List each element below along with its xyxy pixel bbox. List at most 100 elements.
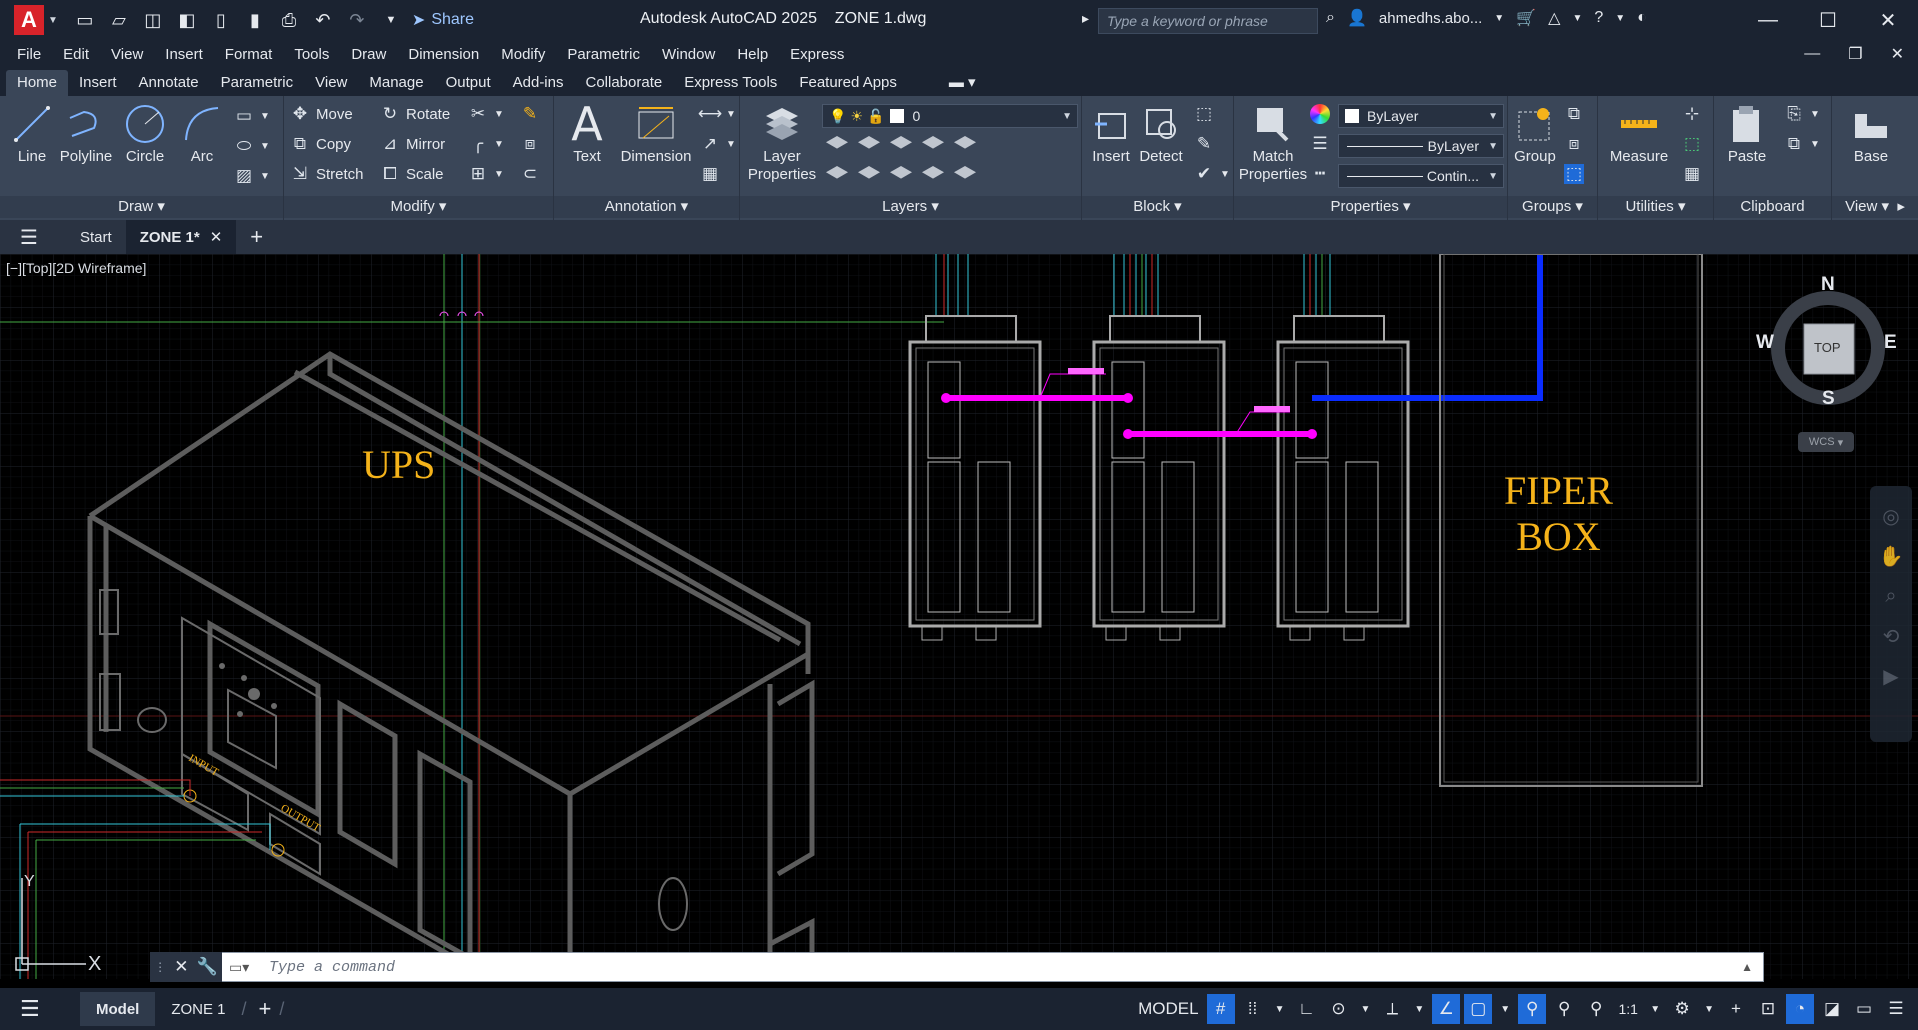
doc-restore-icon[interactable]: ❐ <box>1848 44 1862 64</box>
hatch-button[interactable]: ▨ ▼ <box>234 166 270 186</box>
new-file-icon[interactable]: ▭ <box>74 9 96 31</box>
copy-clip-chevron-icon[interactable]: ▼ <box>1810 109 1820 120</box>
copy-clip-button[interactable]: ⎘ ▼ <box>1784 104 1820 124</box>
search-icon[interactable]: ⌕ <box>1326 9 1335 27</box>
doc-close-icon[interactable]: ✕ <box>1891 44 1904 64</box>
linetype-dropdown[interactable]: Contin... ▼ <box>1338 164 1504 188</box>
polar-chevron-icon[interactable]: ▼ <box>1356 994 1374 1024</box>
tab-featured-apps[interactable]: Featured Apps <box>788 70 908 96</box>
menu-format[interactable]: Format <box>225 46 273 63</box>
layer-tool-icon[interactable] <box>858 166 880 179</box>
linear-dimension-button[interactable]: ⟷ ▼ <box>698 104 736 124</box>
assistant-icon[interactable]: ◐ <box>1637 9 1647 27</box>
annotation-monitor-icon[interactable]: + <box>1722 994 1750 1024</box>
units-icon[interactable]: ⊡ <box>1754 994 1782 1024</box>
print-icon[interactable]: ⎙ <box>278 9 300 31</box>
polyline-button[interactable]: Polyline <box>56 100 116 165</box>
undo-icon[interactable]: ↶ <box>312 9 334 31</box>
circle-button[interactable]: Circle <box>122 100 168 165</box>
lineweight-button[interactable]: ☰ <box>1310 134 1330 154</box>
customize-qat-chevron-icon[interactable]: ▼ <box>380 9 402 31</box>
autodesk-app-icon[interactable]: △ <box>1548 8 1560 28</box>
menu-help[interactable]: Help <box>737 46 768 63</box>
hardware-acceleration-icon[interactable]: ◔ <box>1786 994 1814 1024</box>
panel-view-title[interactable]: View ▾ ▸ <box>1832 196 1918 218</box>
user-name[interactable]: ahmedhs.abo... <box>1379 10 1482 27</box>
layer-tool-icon[interactable] <box>890 166 912 179</box>
fillet-button[interactable]: ╭ ▼ <box>468 134 504 154</box>
rectangle-chevron-icon[interactable]: ▼ <box>260 111 270 122</box>
workspace-gear-icon[interactable]: ⚙ <box>1668 994 1696 1024</box>
tab-zone-1[interactable]: ZONE 1* ✕ <box>125 220 237 254</box>
copy-button[interactable]: ⧉ Copy <box>290 134 351 154</box>
erase-button[interactable]: ✎ <box>520 104 540 124</box>
layer-tool-icon[interactable] <box>826 136 848 149</box>
save-web-icon[interactable]: ▮ <box>244 9 266 31</box>
isodraft-chevron-icon[interactable]: ▼ <box>1410 994 1428 1024</box>
tab-home[interactable]: Home <box>6 70 69 96</box>
linear-dimension-chevron-icon[interactable]: ▼ <box>726 109 736 120</box>
layer-tool-icon[interactable] <box>826 166 848 179</box>
command-history-icon[interactable]: ▭▾ <box>229 959 249 976</box>
explode-button[interactable]: ⧈ <box>520 134 540 154</box>
stretch-button[interactable]: ⇲ Stretch <box>290 164 364 184</box>
quick-select-button[interactable]: ⬚ <box>1682 134 1702 154</box>
minimize-icon[interactable]: — <box>1738 0 1798 40</box>
attribute-chevron-icon[interactable]: ▼ <box>1220 169 1230 180</box>
tab-express-tools[interactable]: Express Tools <box>673 70 788 96</box>
tab-layout-zone-1[interactable]: ZONE 1 <box>155 992 241 1026</box>
object-snap-tracking-icon[interactable]: ∠ <box>1432 994 1461 1024</box>
menu-dimension[interactable]: Dimension <box>408 46 479 63</box>
user-chevron-icon[interactable]: ▼ <box>1494 13 1504 24</box>
menu-modify[interactable]: Modify <box>501 46 545 63</box>
group-button[interactable]: Group <box>1512 100 1558 165</box>
panel-properties-title[interactable]: Properties ▾ <box>1234 196 1507 218</box>
scale-button[interactable]: ⧠ Scale <box>380 164 443 184</box>
redo-icon[interactable]: ↷ <box>346 9 368 31</box>
offset-button[interactable]: ⊂ <box>520 164 540 184</box>
attribute-button[interactable]: ✔ ▼ <box>1194 164 1230 184</box>
command-line[interactable]: ▭▾ Type a command ▲ <box>150 952 1764 982</box>
search-expand-icon[interactable]: ▸ <box>1082 10 1089 27</box>
menu-tools[interactable]: Tools <box>294 46 329 63</box>
tab-parametric[interactable]: Parametric <box>210 70 305 96</box>
command-input[interactable]: Type a command <box>269 959 395 976</box>
menu-insert[interactable]: Insert <box>165 46 203 63</box>
tab-view[interactable]: View <box>304 70 358 96</box>
orbit-icon[interactable]: ⟲ <box>1870 616 1912 656</box>
trim-chevron-icon[interactable]: ▼ <box>494 109 504 120</box>
viewcube[interactable]: N S W E TOP WCS ▾ <box>1756 274 1897 452</box>
hatch-chevron-icon[interactable]: ▼ <box>260 171 270 182</box>
showmotion-icon[interactable]: ▶ <box>1870 656 1912 696</box>
insert-button[interactable]: Insert <box>1086 100 1136 165</box>
panel-groups-title[interactable]: Groups ▾ <box>1508 196 1597 218</box>
rotate-button[interactable]: ↻ Rotate <box>380 104 450 124</box>
zoom-icon[interactable]: ⌕ <box>1870 576 1912 616</box>
tab-collaborate[interactable]: Collaborate <box>574 70 673 96</box>
panel-annotation-title[interactable]: Annotation ▾ <box>554 196 739 218</box>
model-space-toggle[interactable]: MODEL <box>1134 994 1202 1024</box>
steering-wheel-icon[interactable]: ◎ <box>1870 496 1912 536</box>
polar-icon[interactable]: ⊙ <box>1324 994 1352 1024</box>
measure-button[interactable]: Measure <box>1604 100 1674 165</box>
table-button[interactable]: ▦ <box>700 164 720 184</box>
pan-icon[interactable]: ✋ <box>1870 536 1912 576</box>
panel-draw-title[interactable]: Draw ▾ <box>0 196 283 218</box>
create-block-button[interactable]: ⬚ <box>1194 104 1214 124</box>
tab-model[interactable]: Model <box>80 992 156 1026</box>
array-chevron-icon[interactable]: ▼ <box>494 169 504 180</box>
panel-block-title[interactable]: Block ▾ <box>1082 196 1233 218</box>
menu-window[interactable]: Window <box>662 46 715 63</box>
line-button[interactable]: Line <box>10 100 54 165</box>
share-button[interactable]: ➤ Share <box>412 10 474 30</box>
save-icon[interactable]: ◫ <box>142 9 164 31</box>
auto-scale-icon[interactable]: ⚲ <box>1550 994 1578 1024</box>
annotation-scale-icon[interactable]: ⚲ <box>1582 994 1610 1024</box>
annotation-visibility-icon[interactable]: ⚲ <box>1518 994 1547 1024</box>
command-close-icon[interactable]: ✕ <box>174 957 188 977</box>
tab-add-ins[interactable]: Add-ins <box>502 70 575 96</box>
layout-menu-icon[interactable]: ☰ <box>20 996 50 1022</box>
isodraft-icon[interactable]: ⟂ <box>1378 994 1406 1024</box>
tab-annotate[interactable]: Annotate <box>128 70 210 96</box>
viewcube-south[interactable]: S <box>1822 388 1835 410</box>
